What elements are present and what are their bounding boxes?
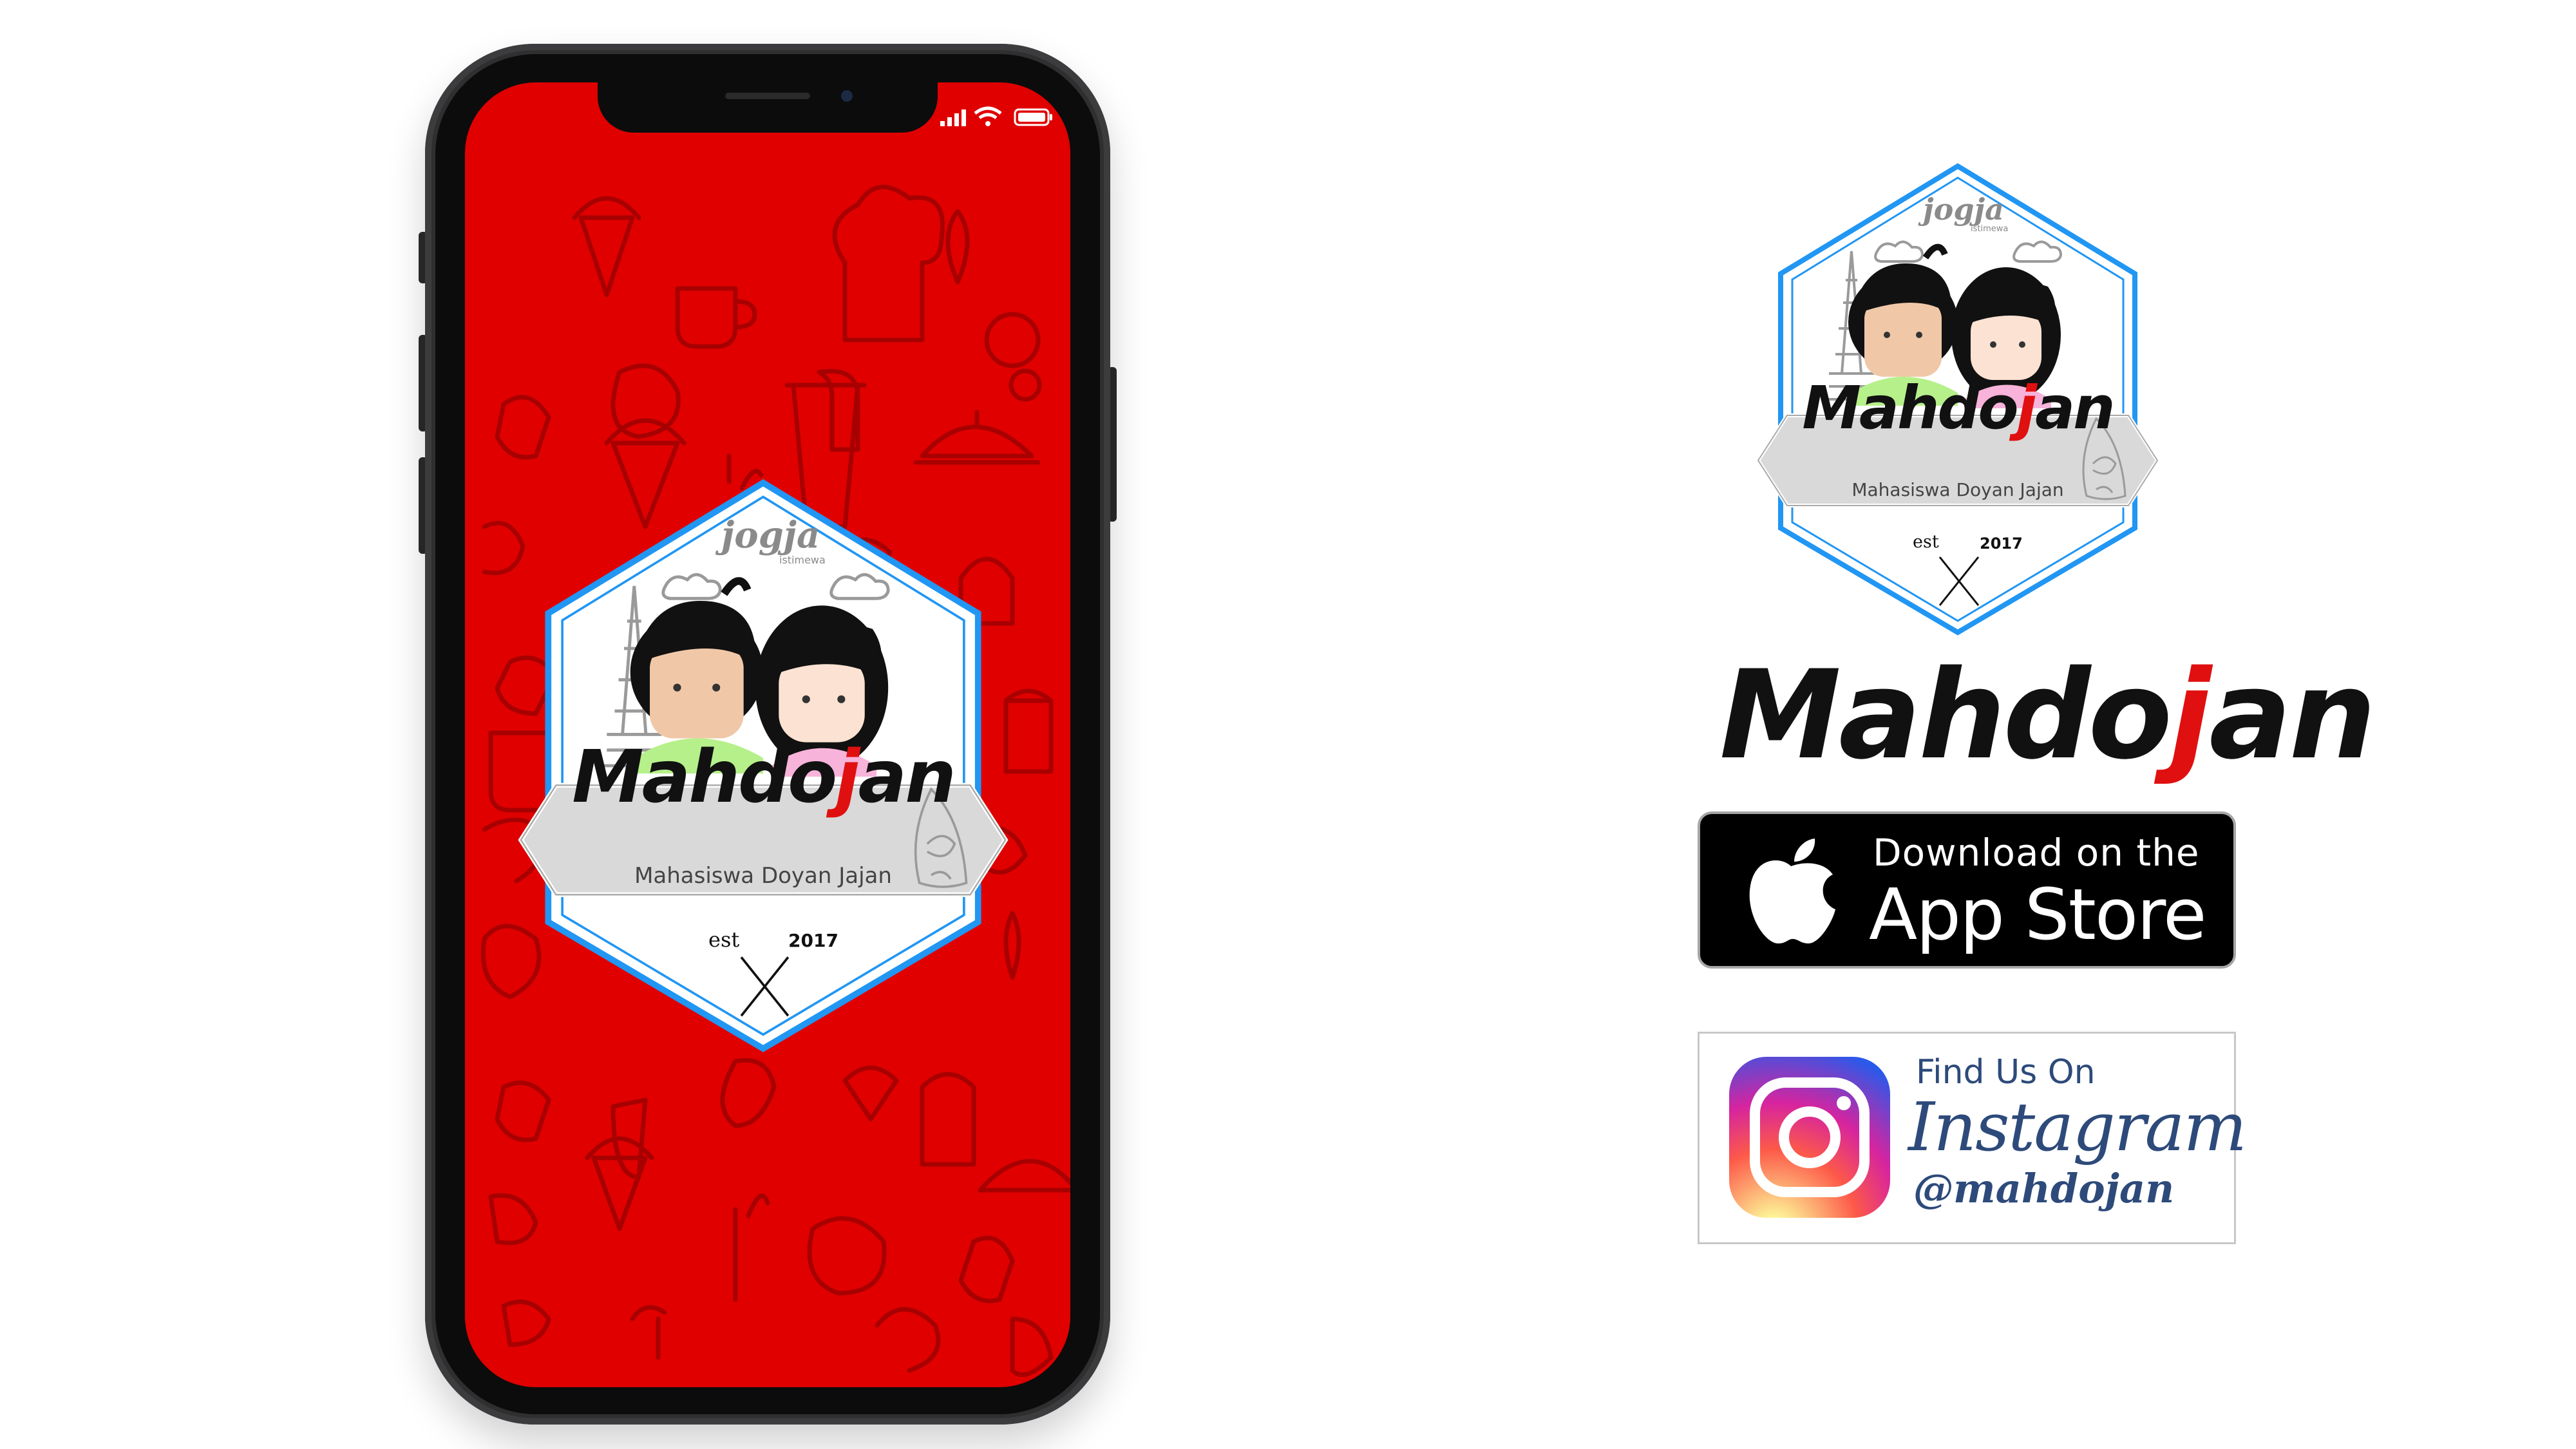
signal-bars-icon (940, 108, 967, 126)
instagram-find-us-text: Find Us On (1916, 1053, 2096, 1092)
app-store-line2: App Store (1869, 873, 2207, 956)
badge-city-text: jogja (1923, 192, 2004, 227)
apple-icon (1743, 837, 1839, 947)
instagram-wordmark: Instagram (1908, 1088, 2247, 1166)
badge-city-subtext: istimewa (779, 554, 826, 566)
instagram-card[interactable]: Find Us On Instagram @mahdojan (1698, 1032, 2247, 1244)
badge-year: 2017 (788, 930, 838, 951)
mahdojan-logo-badge: jogja istimewa Mahdojan Mahasiswa Doyan … (1732, 161, 2183, 638)
phone-splash-badge: jogja istimewa Mahdojan Mahasiswa Doyan … (489, 477, 1037, 1055)
badge-title: Mahdojan (572, 735, 956, 819)
badge-city-text: jogja (721, 514, 820, 556)
badge-tagline: Mahasiswa Doyan Jajan (1852, 479, 2064, 500)
brand-wordmark: Mahdojan (1719, 644, 2376, 786)
speaker-grille (725, 93, 810, 99)
phone-notch (598, 81, 938, 133)
app-store-line1: Download on the (1873, 831, 2200, 875)
badge-tagline: Mahasiswa Doyan Jajan (634, 863, 892, 889)
instagram-handle: @mahdojan (1913, 1165, 2175, 1212)
badge-est: est (1913, 532, 1939, 552)
badge-title: Mahdojan (1802, 374, 2115, 442)
app-store-button[interactable]: Download on the App Store (1698, 811, 2236, 969)
wifi-icon (974, 106, 1002, 128)
badge-est: est (708, 927, 740, 952)
front-camera (841, 90, 853, 102)
badge-city-subtext: istimewa (1971, 224, 2009, 234)
instagram-icon (1729, 1057, 1890, 1218)
battery-icon (1014, 108, 1054, 126)
badge-year: 2017 (1980, 535, 2023, 553)
